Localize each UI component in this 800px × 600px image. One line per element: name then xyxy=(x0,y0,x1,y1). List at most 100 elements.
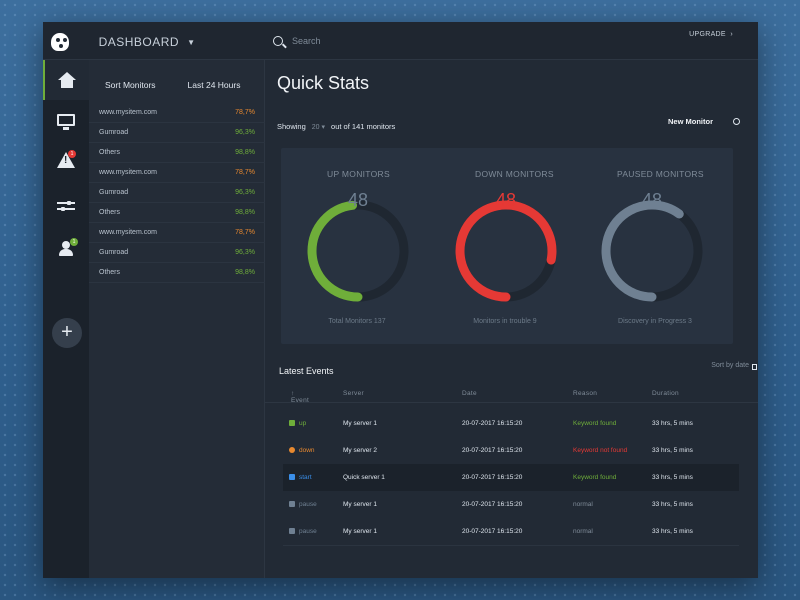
tab-last-24-hours[interactable]: Last 24 Hours xyxy=(188,80,241,90)
monitors-panel: Sort Monitors Last 24 Hours www.mysitem.… xyxy=(89,60,265,578)
monitor-uptime: 98,8% xyxy=(235,269,255,276)
monitor-uptime: 98,8% xyxy=(235,209,255,216)
event-server: My server 2 xyxy=(343,447,377,454)
monitor-uptime: 78,7% xyxy=(235,229,255,236)
monitor-list-item[interactable]: Others 98,8% xyxy=(89,143,265,163)
showing-control: Showing 20 ▾ out of 141 monitors xyxy=(277,122,395,131)
search-input[interactable]: Search xyxy=(273,33,337,49)
showing-count-select[interactable]: 20 ▾ xyxy=(312,123,325,131)
up-event-icon xyxy=(289,420,295,426)
down-monitors-caption: Monitors in trouble 9 xyxy=(473,318,537,325)
up-monitors-value: 48 xyxy=(347,190,369,210)
col-event[interactable]: Event ↑ xyxy=(291,390,309,404)
event-duration: 33 hrs, 5 mins xyxy=(652,447,693,454)
events-table-header: Event ↑ Server Date Reason Duration xyxy=(265,383,758,404)
event-server: My server 1 xyxy=(343,420,377,427)
event-reason: Keyword found xyxy=(573,420,617,427)
event-row[interactable]: down My server 2 20-07-2017 16:15:20 Keywor… xyxy=(283,437,739,465)
event-date: 20-07-2017 16:15:20 xyxy=(462,447,523,454)
event-type: pause xyxy=(299,501,317,508)
search-placeholder: Search xyxy=(292,36,321,46)
event-server: My server 1 xyxy=(343,528,377,535)
monitors-tabs: Sort Monitors Last 24 Hours xyxy=(93,74,261,96)
main-content: Quick Stats Showing 20 ▾ out of 141 moni… xyxy=(265,60,758,578)
page-title: Quick Stats xyxy=(277,73,370,93)
monitor-list-item[interactable]: www.mysitem.com 78,7% xyxy=(89,103,265,123)
paused-monitors-caption: Discovery in Progress 3 xyxy=(618,318,692,325)
tab-sort-monitors[interactable]: Sort Monitors xyxy=(105,80,156,90)
chevron-icon: › xyxy=(728,31,733,38)
event-duration: 33 hrs, 5 mins xyxy=(652,501,693,508)
monitor-name: Others xyxy=(99,269,121,276)
event-date: 20-07-2017 16:15:20 xyxy=(462,420,523,427)
monitor-list-item[interactable]: Others 98,8% xyxy=(89,263,265,283)
event-row[interactable]: up My server 1 20-07-2017 16:15:20 Keyword … xyxy=(283,410,739,438)
sort-icon xyxy=(752,364,757,370)
gear-icon xyxy=(733,117,740,125)
monitor-name: Gumroad xyxy=(99,249,129,256)
alert-badge: 1 xyxy=(68,150,76,158)
tab-down-monitors[interactable]: DOWN MONITORS xyxy=(475,169,554,179)
event-server: My server 1 xyxy=(343,501,377,508)
down-event-icon xyxy=(289,447,295,453)
showing-label: Showing xyxy=(277,122,306,131)
paused-monitors-value: 48 xyxy=(641,190,663,210)
col-reason[interactable]: Reason xyxy=(573,390,597,397)
sort-by-date-button[interactable]: Sort by date xyxy=(677,362,758,374)
monitor-list-item[interactable]: Gumroad 96,3% xyxy=(89,123,265,143)
upgrade-button[interactable]: UPGRADE › xyxy=(671,28,737,42)
event-reason: Keyword found xyxy=(573,474,617,481)
event-date: 20-07-2017 16:15:20 xyxy=(462,501,523,508)
event-reason: Keyword not found xyxy=(573,447,628,454)
quick-stats-panel: UP MONITORS DOWN MONITORS PAUSED MONITOR… xyxy=(281,148,733,344)
dashboard-dropdown[interactable]: DASHBOARD ▼ xyxy=(51,31,195,53)
event-reason: normal xyxy=(573,528,593,535)
users-badge: 1 xyxy=(70,238,78,246)
down-monitors-gauge xyxy=(455,200,557,302)
logo-icon xyxy=(51,33,69,51)
event-reason: normal xyxy=(573,501,593,508)
monitor-list-item[interactable]: www.mysitem.com 78,7% xyxy=(89,223,265,243)
event-type: down xyxy=(299,447,315,454)
event-duration: 33 hrs, 5 mins xyxy=(652,474,693,481)
nav-home[interactable] xyxy=(43,60,89,100)
monitor-list-item[interactable]: Gumroad 96,3% xyxy=(89,243,265,263)
event-row[interactable]: pause My server 1 20-07-2017 16:15:20 norma… xyxy=(283,491,739,519)
monitor-list-item[interactable]: Others 98,8% xyxy=(89,203,265,223)
nav-users[interactable]: 1 xyxy=(43,228,89,268)
nav-alerts[interactable]: ! 1 xyxy=(43,140,89,180)
top-bar: DASHBOARD ▼ Search UPGRADE › xyxy=(43,22,758,60)
monitor-name: www.mysitem.com xyxy=(99,109,157,116)
sliders-icon xyxy=(57,200,75,212)
event-server: Quick server 1 xyxy=(343,474,385,481)
search-icon xyxy=(273,36,283,46)
latest-events-title: Latest Events xyxy=(279,366,334,376)
monitor-name: Gumroad xyxy=(99,189,129,196)
nav-monitors[interactable] xyxy=(43,100,89,140)
monitor-uptime: 96,3% xyxy=(235,129,255,136)
down-monitors-value: 48 xyxy=(495,190,517,210)
monitor-uptime: 78,7% xyxy=(235,109,255,116)
monitor-name: Gumroad xyxy=(99,129,129,136)
event-row[interactable]: pause My server 1 20-07-2017 16:15:20 norma… xyxy=(283,518,739,546)
app-window: DASHBOARD ▼ Search UPGRADE › ! 1 1 + Sor… xyxy=(43,22,758,578)
add-button[interactable]: + xyxy=(52,318,82,348)
col-server[interactable]: Server xyxy=(343,390,364,397)
monitor-name: Others xyxy=(99,209,121,216)
col-date[interactable]: Date xyxy=(462,390,477,397)
col-duration[interactable]: Duration xyxy=(652,390,679,397)
new-monitor-button[interactable]: New Monitor xyxy=(668,115,740,127)
event-date: 20-07-2017 16:15:20 xyxy=(462,474,523,481)
dashboard-label: DASHBOARD xyxy=(98,35,180,49)
event-type: up xyxy=(299,420,307,427)
monitor-list-item[interactable]: Gumroad 96,3% xyxy=(89,183,265,203)
tab-paused-monitors[interactable]: PAUSED MONITORS xyxy=(617,169,704,179)
monitor-list-item[interactable]: www.mysitem.com 78,7% xyxy=(89,163,265,183)
monitor-name: www.mysitem.com xyxy=(99,229,157,236)
monitor-uptime: 78,7% xyxy=(235,169,255,176)
left-rail: ! 1 1 + BB xyxy=(43,60,89,578)
upgrade-label: UPGRADE xyxy=(689,31,726,38)
tab-up-monitors[interactable]: UP MONITORS xyxy=(327,169,390,179)
event-row[interactable]: start Quick server 1 20-07-2017 16:15:20 Ke… xyxy=(283,464,739,492)
nav-settings[interactable] xyxy=(43,186,89,226)
